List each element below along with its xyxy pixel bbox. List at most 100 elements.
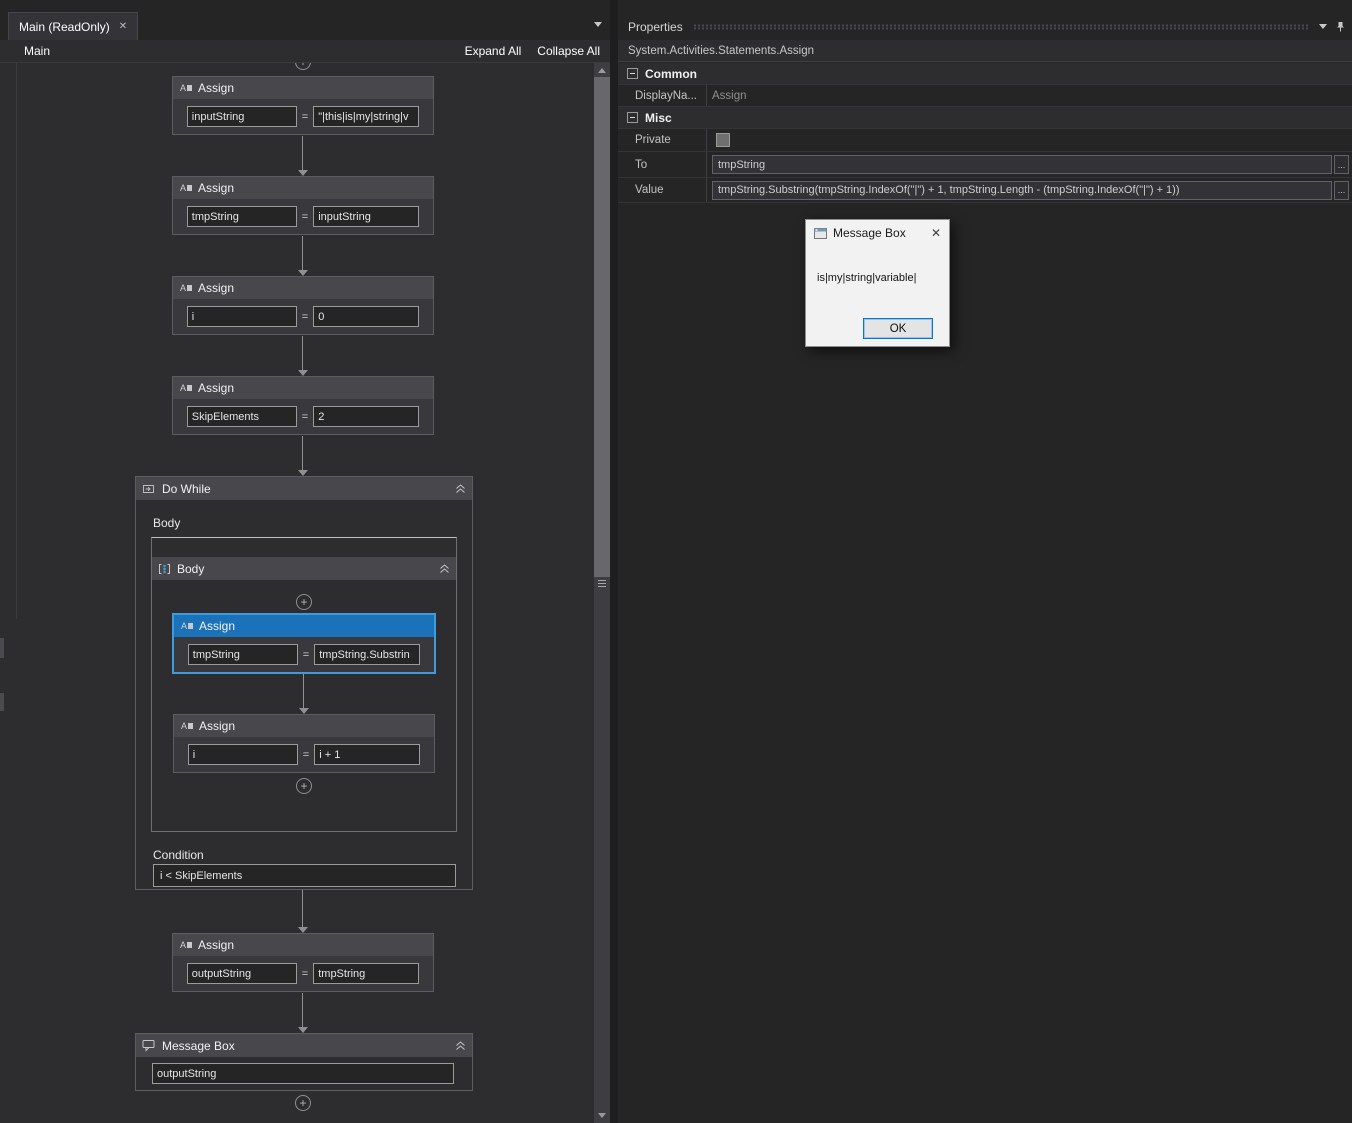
assign-value-textbox[interactable]: tmpString.Substrin: [314, 644, 421, 665]
assign-value-textbox[interactable]: 2: [313, 406, 420, 427]
assign-activity-header[interactable]: A Assign: [173, 77, 433, 99]
collapse-box-icon[interactable]: [627, 68, 638, 79]
private-checkbox[interactable]: [716, 133, 730, 147]
breadcrumb[interactable]: Main: [24, 44, 50, 58]
splitter-grip-icon[interactable]: [598, 580, 606, 587]
add-activity-button[interactable]: +: [295, 1095, 311, 1111]
assign-to-textbox[interactable]: tmpString: [186, 206, 297, 227]
scrollbar-thumb[interactable]: [594, 77, 610, 577]
autohide-tab-marker[interactable]: [0, 638, 4, 658]
equals-sign: =: [301, 967, 309, 980]
dialog-window-icon: [814, 227, 827, 239]
activity-assign-inputstring[interactable]: A Assign inputString = "|this|is|my|stri…: [172, 76, 434, 135]
message-box-header[interactable]: Message Box: [136, 1034, 472, 1057]
assign-activity-title: Assign: [198, 81, 235, 95]
collapse-chevron-icon[interactable]: [455, 1040, 466, 1051]
activity-message-box[interactable]: Message Box outputString: [135, 1033, 473, 1091]
workflow-canvas[interactable]: + A Assign inputString = "|this|is|my|st…: [0, 63, 594, 1123]
scroll-up-icon[interactable]: [598, 68, 606, 73]
properties-title-bar[interactable]: Properties: [618, 16, 1352, 37]
assign-value-textbox[interactable]: tmpString: [313, 963, 420, 984]
properties-pane: Properties System.Activities.Statements.…: [610, 0, 1352, 1123]
expand-all-link[interactable]: Expand All: [465, 44, 522, 58]
value-browse-button[interactable]: ...: [1334, 180, 1349, 200]
activity-assign-substring-selected[interactable]: A Assign tmpString = tmpString.Substrin: [173, 614, 435, 673]
assign-to-textbox[interactable]: i: [187, 744, 298, 765]
tab-main-readonly[interactable]: Main (ReadOnly) ✕: [8, 12, 139, 40]
assign-value-textbox[interactable]: 0: [313, 306, 420, 327]
assign-to-textbox[interactable]: SkipElements: [186, 406, 297, 427]
value-expression-textbox[interactable]: tmpString.Substring(tmpString.IndexOf("|…: [712, 180, 1332, 200]
assign-to-textbox[interactable]: tmpString: [187, 644, 298, 665]
do-while-title: Do While: [162, 481, 211, 496]
designer-pane: Main (ReadOnly) ✕ Main Expand All Collap…: [0, 0, 610, 1123]
assign-value-textbox[interactable]: i + 1: [314, 744, 421, 765]
assign-value-textbox[interactable]: inputString: [313, 206, 420, 227]
property-grid: Common DisplayNa... Assign Misc Private …: [618, 63, 1352, 203]
collapse-chevron-icon[interactable]: [455, 483, 466, 494]
collapse-all-link[interactable]: Collapse All: [537, 44, 600, 58]
message-box-body: outputString: [136, 1057, 472, 1090]
canvas-gutter-line: [16, 63, 17, 619]
ok-button[interactable]: OK: [863, 318, 933, 339]
add-activity-button[interactable]: +: [296, 778, 312, 794]
category-misc[interactable]: Misc: [618, 107, 1352, 129]
add-activity-button[interactable]: +: [295, 63, 311, 70]
assign-activity-body: outputString = tmpString: [173, 956, 433, 991]
assign-icon: A: [181, 621, 194, 631]
flow-arrow: [298, 890, 308, 933]
properties-title: Properties: [628, 19, 683, 34]
assign-activity-header[interactable]: A Assign: [174, 715, 434, 737]
document-tab-strip: Main (ReadOnly) ✕: [0, 0, 610, 41]
property-row-displayname: DisplayNa... Assign: [618, 85, 1352, 107]
sequence-body[interactable]: Body + A Assign tmpString = tmpString.Su…: [151, 537, 457, 832]
to-browse-button[interactable]: ...: [1334, 155, 1349, 174]
activity-assign-i-init[interactable]: A Assign i = 0: [172, 276, 434, 335]
tab-close-icon[interactable]: ✕: [119, 21, 127, 32]
assign-to-textbox[interactable]: i: [186, 306, 297, 327]
canvas-scrollbar[interactable]: [594, 63, 610, 1123]
collapse-chevron-icon[interactable]: [439, 563, 450, 574]
displayname-value[interactable]: Assign: [707, 90, 1352, 102]
assign-activity-header[interactable]: A Assign: [173, 177, 433, 199]
tab-list-dropdown-icon[interactable]: [594, 22, 602, 27]
window-options-dropdown-icon[interactable]: [1319, 24, 1327, 29]
condition-label: Condition: [153, 848, 204, 862]
plus-icon: +: [299, 63, 306, 68]
assign-value-textbox[interactable]: "|this|is|my|string|v: [313, 106, 420, 127]
collapse-box-icon[interactable]: [627, 112, 638, 123]
assign-to-textbox[interactable]: inputString: [186, 106, 297, 127]
assign-activity-header[interactable]: A Assign: [173, 377, 433, 399]
add-activity-button[interactable]: +: [296, 594, 312, 610]
category-label: Common: [645, 66, 697, 81]
assign-activity-header[interactable]: A Assign: [173, 934, 433, 956]
dialog-title-bar[interactable]: Message Box ✕: [806, 220, 949, 246]
sequence-header[interactable]: Body: [152, 557, 456, 580]
autohide-tab-marker[interactable]: [0, 693, 4, 711]
property-row-value: Value tmpString.Substring(tmpString.Inde…: [618, 178, 1352, 203]
scroll-down-icon[interactable]: [598, 1113, 606, 1118]
activity-assign-tmpstring[interactable]: A Assign tmpString = inputString: [172, 176, 434, 235]
activity-assign-i-increment[interactable]: A Assign i = i + 1: [173, 714, 435, 773]
category-common[interactable]: Common: [618, 63, 1352, 85]
do-while-header[interactable]: Do While: [136, 477, 472, 500]
condition-textbox[interactable]: i < SkipElements: [153, 864, 456, 887]
assign-icon: A: [180, 83, 193, 93]
to-value-textbox[interactable]: tmpString: [712, 155, 1332, 174]
activity-assign-outputstring[interactable]: A Assign outputString = tmpString: [172, 933, 434, 992]
assign-to-textbox[interactable]: outputString: [186, 963, 297, 984]
assign-activity-header[interactable]: A Assign: [173, 277, 433, 299]
assign-activity-header[interactable]: A Assign: [174, 615, 434, 637]
activity-do-while[interactable]: Do While Body Body + A Assign tmpString …: [135, 476, 473, 890]
message-box-textbox[interactable]: outputString: [152, 1063, 454, 1084]
dialog-title: Message Box: [833, 226, 906, 240]
property-label: Value: [618, 178, 707, 202]
dialog-close-icon[interactable]: ✕: [931, 226, 941, 240]
app-window: Main (ReadOnly) ✕ Main Expand All Collap…: [0, 0, 1352, 1123]
activity-assign-skipelements[interactable]: A Assign SkipElements = 2: [172, 376, 434, 435]
assign-icon: A: [180, 383, 193, 393]
property-label: Private: [618, 129, 707, 151]
do-while-body-label: Body: [153, 516, 181, 530]
pin-icon[interactable]: [1335, 21, 1346, 32]
assign-icon: A: [180, 283, 193, 293]
